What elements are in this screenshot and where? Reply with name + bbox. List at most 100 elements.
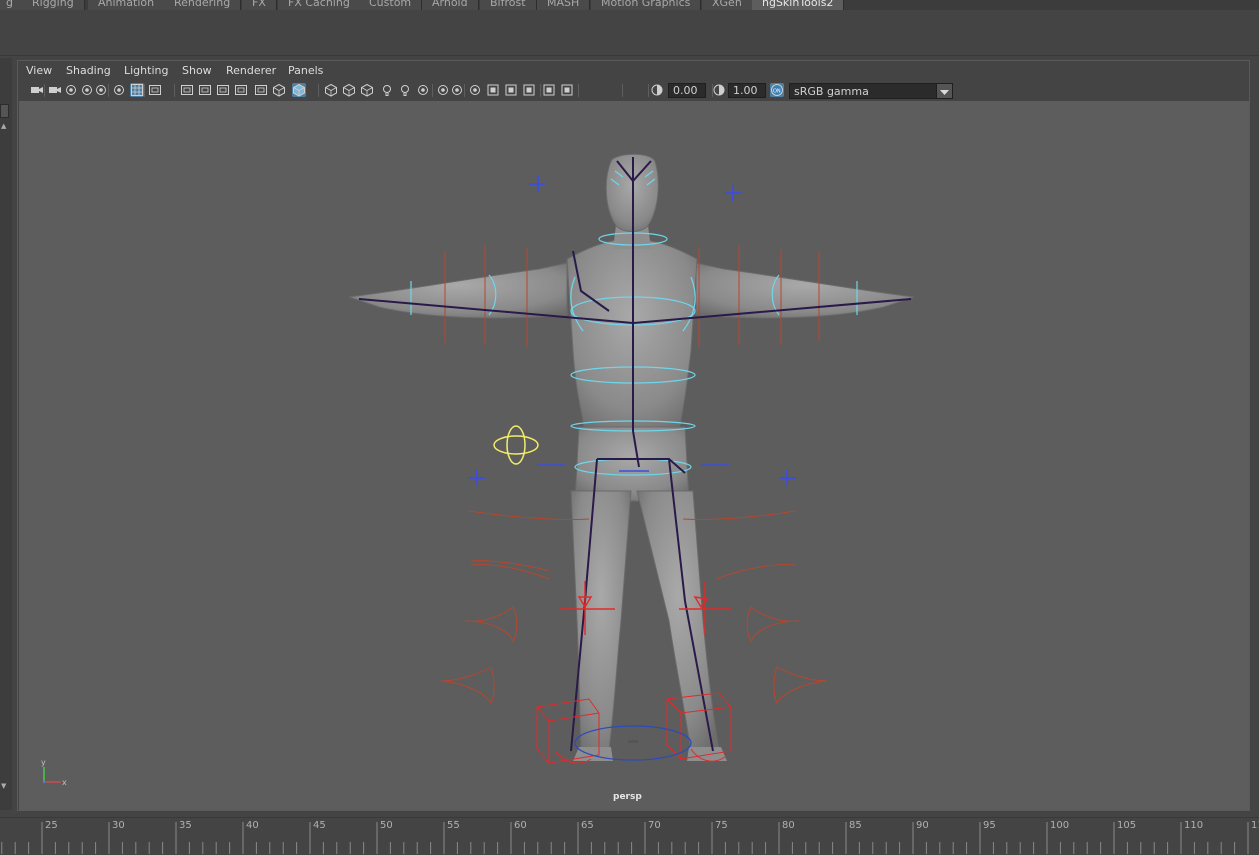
shelf-tab-xgen[interactable]: XGen — [702, 0, 753, 10]
view-axis-icon — [42, 767, 61, 784]
shelf-tab-animation[interactable]: Animation — [88, 0, 166, 10]
perspective-viewport[interactable]: y x persp — [19, 101, 1249, 810]
safe-title-icon[interactable] — [254, 83, 268, 97]
timeline-tick-label: 110 — [1184, 820, 1204, 831]
shadows-icon[interactable] — [398, 83, 412, 97]
depth-of-field-icon[interactable] — [468, 83, 482, 97]
wireframe-icon[interactable] — [272, 83, 286, 97]
timeline-tick-label: 100 — [1050, 820, 1070, 831]
axis-x-label: x — [62, 778, 67, 787]
scroll-down-icon[interactable]: ▼ — [1, 782, 6, 790]
shelf-tab-bar: g Rigging Animation Rendering FX FX Caching Cu… — [0, 0, 1259, 10]
time-slider[interactable]: 25 30 35 40 45 50 55 60 65 70 75 80 85 90 95 100 105 110 1… — [0, 817, 1259, 855]
shelf-tab-fx-caching[interactable]: FX Caching — [278, 0, 361, 10]
xray-active-components-icon[interactable] — [522, 83, 536, 97]
toolbar-separator — [144, 84, 145, 97]
timeline-tick-label: 50 — [380, 820, 393, 831]
left-tool-strip: ▲ ▼ — [0, 58, 12, 810]
timeline-tick-label: 70 — [648, 820, 661, 831]
leg-controls[interactable] — [440, 510, 828, 705]
shelf-tab-fx[interactable]: FX — [242, 0, 277, 10]
toolbar-separator — [432, 84, 433, 97]
multisample-aa-icon[interactable] — [450, 83, 464, 97]
timeline-tick-label: 95 — [983, 820, 996, 831]
motion-blur-icon[interactable] — [436, 83, 450, 97]
backface-culling-icon[interactable] — [560, 83, 574, 97]
screen-space-ao-icon[interactable] — [416, 83, 430, 97]
menu-panels[interactable]: Panels — [288, 64, 323, 78]
toolbar-separator — [622, 84, 623, 97]
gate-mask-icon[interactable] — [198, 83, 212, 97]
image-plane-icon[interactable] — [80, 83, 94, 97]
shelf-tab-custom[interactable]: Custom — [359, 0, 423, 10]
gamma-icon[interactable] — [712, 83, 726, 97]
camera-attributes-icon[interactable] — [48, 83, 62, 97]
timeline-tick-label: 60 — [514, 820, 527, 831]
camera-name-label: persp — [613, 792, 642, 802]
timeline-tick-label: 30 — [112, 820, 125, 831]
knee-pole-vectors[interactable] — [559, 581, 731, 635]
xray-joints-icon[interactable] — [542, 83, 556, 97]
toolbar-separator — [174, 84, 175, 97]
shelf-tab-rigging[interactable]: Rigging — [22, 0, 85, 10]
timeline-tick-label: 105 — [1117, 820, 1137, 831]
xray-icon[interactable] — [504, 83, 518, 97]
shelf-tab-motion-graphics[interactable]: Motion Graphics — [591, 0, 702, 10]
resolution-gate-icon[interactable] — [180, 83, 194, 97]
chevron-down-icon[interactable] — [936, 84, 952, 98]
bookmark-icon[interactable] — [64, 83, 78, 97]
maya-window: g Rigging Animation Rendering FX FX Caching Cu… — [0, 0, 1259, 855]
shelf-tab-bifrost[interactable]: Bifrost — [480, 0, 537, 10]
smooth-shade-icon[interactable] — [292, 83, 306, 97]
menu-renderer[interactable]: Renderer — [226, 64, 276, 78]
light-icon[interactable] — [493, 425, 539, 465]
toolbar-separator — [108, 84, 109, 97]
axis-y-label: y — [41, 758, 46, 767]
shelf-tab-ngskintools2[interactable]: ngSkinTools2 — [752, 0, 845, 10]
timeline-tick-label: 35 — [179, 820, 192, 831]
exposure-field[interactable]: 0.00 — [668, 83, 706, 98]
scroll-up-icon[interactable]: ▲ — [1, 122, 6, 130]
film-gate-icon[interactable] — [148, 83, 162, 97]
color-space-dropdown[interactable]: sRGB gamma — [789, 83, 953, 99]
two-d-pan-zoom-icon[interactable] — [112, 83, 126, 97]
svg-text:ON: ON — [773, 89, 781, 95]
exposure-icon[interactable] — [650, 83, 664, 97]
strip-button[interactable] — [0, 104, 9, 118]
timeline-tick-label: 65 — [581, 820, 594, 831]
toolbar-separator — [578, 84, 579, 97]
toolbar-separator — [318, 84, 319, 97]
grease-pencil-icon[interactable] — [94, 83, 108, 97]
menu-shading[interactable]: Shading — [66, 64, 111, 78]
panel-menu-bar: View Shading Lighting Show Renderer Panels — [18, 61, 1249, 81]
color-management-icon[interactable]: ON — [770, 83, 784, 97]
select-camera-icon[interactable] — [30, 83, 44, 97]
shelf-tab-arnold[interactable]: Arnold — [422, 0, 479, 10]
gamma-field[interactable]: 1.00 — [728, 83, 766, 98]
textured-icon[interactable] — [360, 83, 374, 97]
timeline-tick-label: 40 — [246, 820, 259, 831]
shelf-tab-mash[interactable]: MASH — [537, 0, 591, 10]
panel-toolbar: 0.00 1.00 sRGB gamma ON — [18, 81, 1249, 101]
shelf-tab-rendering[interactable]: Rendering — [164, 0, 242, 10]
toolbar-separator — [464, 84, 465, 97]
timeline-tick-label: 90 — [916, 820, 929, 831]
color-space-value: sRGB gamma — [794, 85, 869, 98]
shelf-area — [0, 10, 1259, 56]
isolate-select-icon[interactable] — [486, 83, 500, 97]
field-chart-icon[interactable] — [216, 83, 230, 97]
toolbar-separator — [648, 84, 649, 97]
default-material-icon[interactable] — [324, 83, 338, 97]
toolbar-separator — [44, 84, 45, 97]
wireframe-on-shaded-icon[interactable] — [342, 83, 356, 97]
menu-view[interactable]: View — [26, 64, 52, 78]
use-all-lights-icon[interactable] — [380, 83, 394, 97]
menu-lighting[interactable]: Lighting — [124, 64, 168, 78]
timeline-tick-label: 115 — [1251, 820, 1259, 831]
viewport-panel: View Shading Lighting Show Renderer Panels 0.… — [17, 60, 1250, 811]
safe-action-icon[interactable] — [234, 83, 248, 97]
menu-show[interactable]: Show — [182, 64, 212, 78]
shelf-tab-g[interactable]: g — [0, 0, 24, 10]
grid-icon[interactable] — [130, 83, 144, 97]
viewport-scene[interactable]: y x — [19, 101, 1249, 810]
